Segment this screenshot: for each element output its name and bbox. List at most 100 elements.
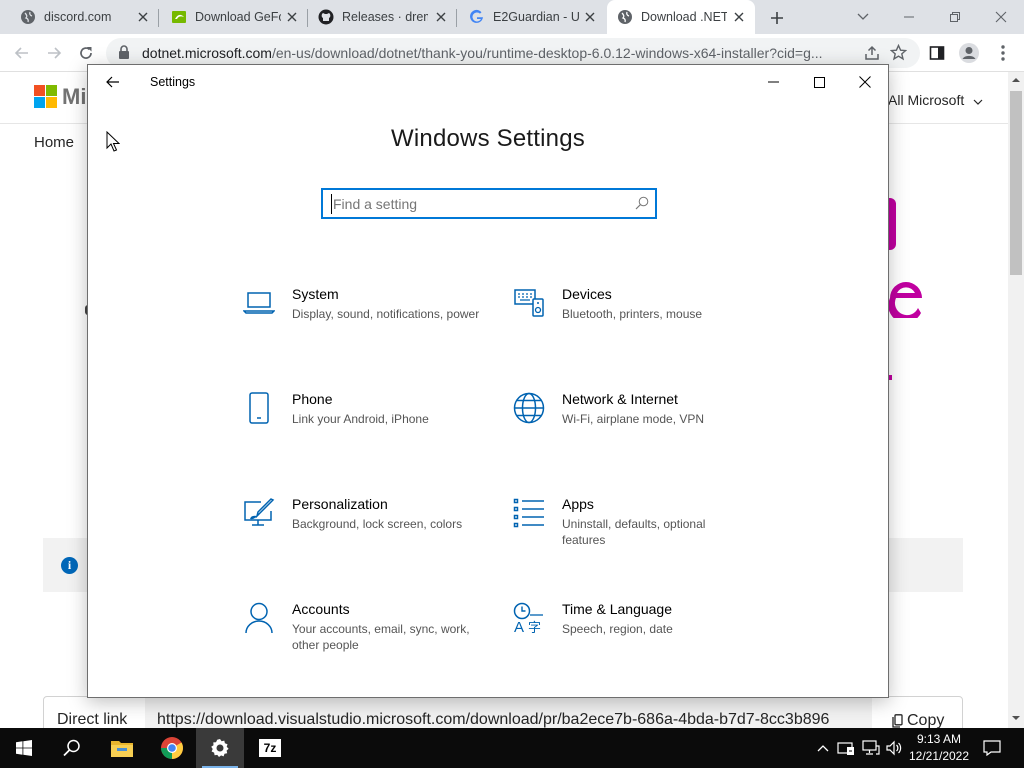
forward-button[interactable]	[43, 42, 65, 64]
home-link[interactable]: Home	[34, 134, 74, 151]
headline-fragment	[888, 278, 924, 323]
tab-github-releases[interactable]: Releases · dremin	[308, 0, 457, 34]
bookmark-star-icon[interactable]	[889, 43, 908, 66]
chevron-down-icon	[973, 99, 983, 105]
apps-list-icon	[512, 496, 546, 530]
tile-name: Devices	[562, 286, 612, 302]
settings-taskbar-button[interactable]	[196, 728, 244, 768]
maximize-icon	[813, 76, 825, 88]
tab-geforce[interactable]: Download GeForce	[159, 0, 308, 34]
scrollbar-thumb[interactable]	[1010, 91, 1022, 275]
lock-icon	[118, 45, 130, 65]
search-icon	[635, 196, 649, 215]
svg-text:A: A	[514, 619, 524, 634]
globe-icon	[617, 9, 633, 25]
nvidia-icon	[171, 9, 187, 25]
search-input[interactable]	[331, 194, 621, 214]
notification-icon	[983, 740, 1001, 756]
start-button[interactable]	[0, 728, 48, 768]
url-host: dotnet.microsoft.com	[142, 45, 272, 61]
tile-name: Time & Language	[562, 601, 672, 617]
settings-tile-system[interactable]: System Display, sound, notifications, po…	[242, 286, 502, 366]
tab-search-button[interactable]	[840, 0, 886, 34]
tile-description: Link your Android, iPhone	[292, 412, 429, 426]
more-vert-icon	[1001, 45, 1005, 61]
direct-link-url[interactable]: https://download.visualstudio.microsoft.…	[145, 697, 872, 728]
settings-tile-apps[interactable]: Apps Uninstall, defaults, optional featu…	[512, 496, 772, 576]
file-explorer-icon	[111, 741, 133, 757]
close-icon	[995, 11, 1007, 23]
search-icon	[63, 739, 80, 757]
globe-icon	[20, 9, 36, 25]
chrome-taskbar-button[interactable]	[148, 728, 196, 768]
svg-text:字: 字	[528, 620, 541, 634]
back-button[interactable]	[102, 72, 124, 92]
chrome-menu-button[interactable]	[992, 42, 1014, 64]
back-button[interactable]	[11, 42, 33, 64]
side-panel-button[interactable]	[926, 42, 948, 64]
7zip-label: 7z	[263, 741, 277, 755]
copy-button[interactable]: Copy	[892, 712, 944, 728]
close-tab-icon[interactable]	[433, 9, 449, 25]
page-scrollbar[interactable]	[1008, 72, 1024, 728]
taskbar-search-button[interactable]	[48, 728, 96, 768]
reload-button[interactable]	[75, 42, 97, 64]
minimize-icon	[904, 16, 914, 18]
settings-tile-network[interactable]: Network & Internet Wi-Fi, airplane mode,…	[512, 391, 772, 471]
share-icon[interactable]	[864, 45, 880, 66]
github-icon	[318, 9, 334, 25]
tab-title: Download GeForce	[195, 10, 281, 24]
tile-name: System	[292, 286, 339, 302]
settings-tile-personalization[interactable]: Personalization Background, lock screen,…	[242, 496, 502, 576]
settings-search-box[interactable]	[321, 188, 657, 219]
globe-icon	[512, 391, 546, 425]
arrow-right-icon	[48, 47, 62, 59]
window-title: Settings	[150, 75, 196, 89]
file-explorer-button[interactable]	[98, 728, 146, 768]
scroll-up-icon	[1012, 78, 1020, 82]
tile-description: Wi-Fi, airplane mode, VPN	[562, 412, 705, 426]
close-tab-icon[interactable]	[135, 9, 151, 25]
tray-security-icon[interactable]	[837, 738, 855, 758]
clock[interactable]: 9:13 AM 12/21/2022	[902, 731, 976, 765]
tab-e2guardian[interactable]: E2Guardian - Ubuntu	[457, 0, 606, 34]
close-tab-icon[interactable]	[582, 9, 598, 25]
restore-browser-button[interactable]	[932, 0, 978, 34]
show-hidden-icons-button[interactable]	[814, 738, 832, 758]
settings-tile-phone[interactable]: Phone Link your Android, iPhone	[242, 391, 502, 471]
close-button[interactable]	[849, 69, 881, 95]
all-microsoft-label: All Microsoft	[888, 92, 965, 108]
action-center-button[interactable]	[980, 736, 1004, 760]
tab-title: E2Guardian - Ubuntu	[493, 10, 579, 24]
chevron-up-icon	[817, 745, 829, 752]
personalization-icon	[242, 496, 276, 530]
tile-description: Background, lock screen, colors	[292, 517, 463, 531]
tile-name: Accounts	[292, 601, 350, 617]
close-tab-icon[interactable]	[284, 9, 300, 25]
new-tab-button[interactable]	[766, 7, 788, 29]
minimize-button[interactable]	[757, 69, 789, 95]
tab-discord[interactable]: discord.com	[0, 0, 159, 34]
minimize-browser-button[interactable]	[886, 0, 932, 34]
chrome-icon	[161, 737, 183, 759]
volume-icon[interactable]	[885, 738, 903, 758]
google-icon	[469, 9, 485, 25]
avatar	[959, 43, 979, 63]
start-icon	[16, 740, 32, 756]
close-browser-button[interactable]	[978, 0, 1024, 34]
direct-link-label: Direct link	[57, 711, 128, 728]
all-microsoft-menu[interactable]: All Microsoft	[888, 92, 983, 108]
close-tab-icon[interactable]	[731, 9, 747, 25]
maximize-button[interactable]	[803, 69, 835, 95]
microsoft-logo[interactable]	[34, 85, 57, 108]
tile-name: Personalization	[292, 496, 388, 512]
tab-download-dotnet[interactable]: Download .NET	[607, 0, 755, 34]
settings-tile-time-language[interactable]: A字 Time & Language Speech, region, date	[512, 601, 772, 681]
settings-tile-accounts[interactable]: Accounts Your accounts, email, sync, wor…	[242, 601, 502, 681]
profile-button[interactable]	[958, 42, 980, 64]
settings-tile-devices[interactable]: Devices Bluetooth, printers, mouse	[512, 286, 772, 366]
clock-date: 12/21/2022	[908, 749, 970, 763]
network-icon[interactable]	[862, 738, 880, 758]
restore-icon	[950, 12, 960, 22]
7zip-taskbar-button[interactable]: 7z	[246, 728, 294, 768]
